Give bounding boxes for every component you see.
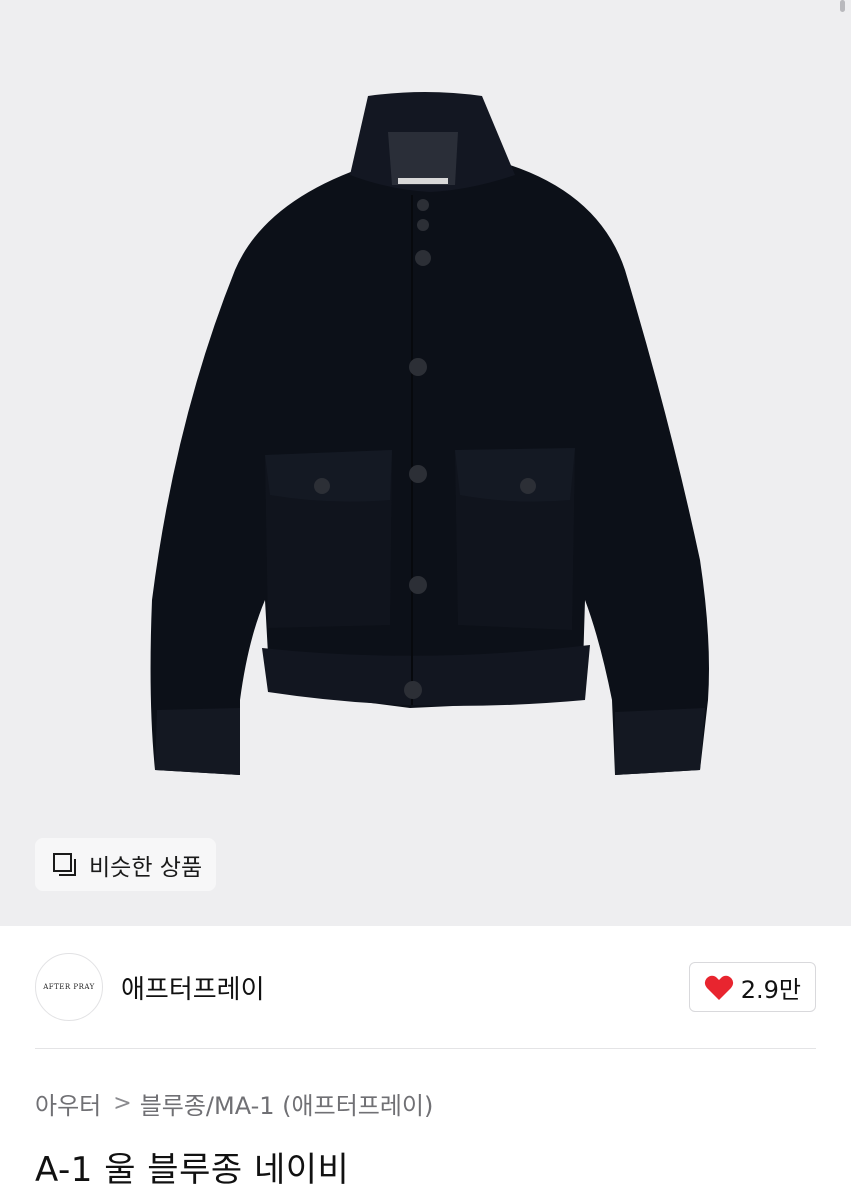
scroll-indicator bbox=[840, 0, 845, 12]
similar-items-icon bbox=[51, 851, 79, 879]
shop-logo[interactable]: AFTER PRAY bbox=[35, 953, 103, 1021]
product-image[interactable] bbox=[0, 0, 851, 926]
breadcrumb-category[interactable]: 아우터 bbox=[35, 1086, 101, 1121]
shop-row: AFTER PRAY 애프터프레이 2.9만 bbox=[35, 952, 816, 1022]
breadcrumb-subcategory[interactable]: 블루종/MA-1 (애프터프레이) bbox=[140, 1086, 434, 1121]
breadcrumb: 아우터 > 블루종/MA-1 (애프터프레이) bbox=[35, 1086, 433, 1121]
shop-name[interactable]: 애프터프레이 bbox=[121, 969, 265, 1006]
product-title: A-1 울 블루종 네이비 bbox=[35, 1150, 350, 1190]
like-count: 2.9만 bbox=[740, 975, 801, 1004]
product-image-area[interactable]: 비슷한 상품 bbox=[0, 0, 851, 926]
similar-items-label: 비슷한 상품 bbox=[89, 854, 203, 881]
similar-items-button[interactable]: 비슷한 상품 bbox=[35, 838, 217, 891]
heart-icon bbox=[704, 975, 733, 1000]
like-button[interactable]: 2.9만 bbox=[688, 962, 816, 1012]
shop-logo-text: AFTER PRAY bbox=[43, 983, 95, 991]
chevron-right-icon: > bbox=[113, 1091, 132, 1116]
divider bbox=[35, 1048, 816, 1049]
